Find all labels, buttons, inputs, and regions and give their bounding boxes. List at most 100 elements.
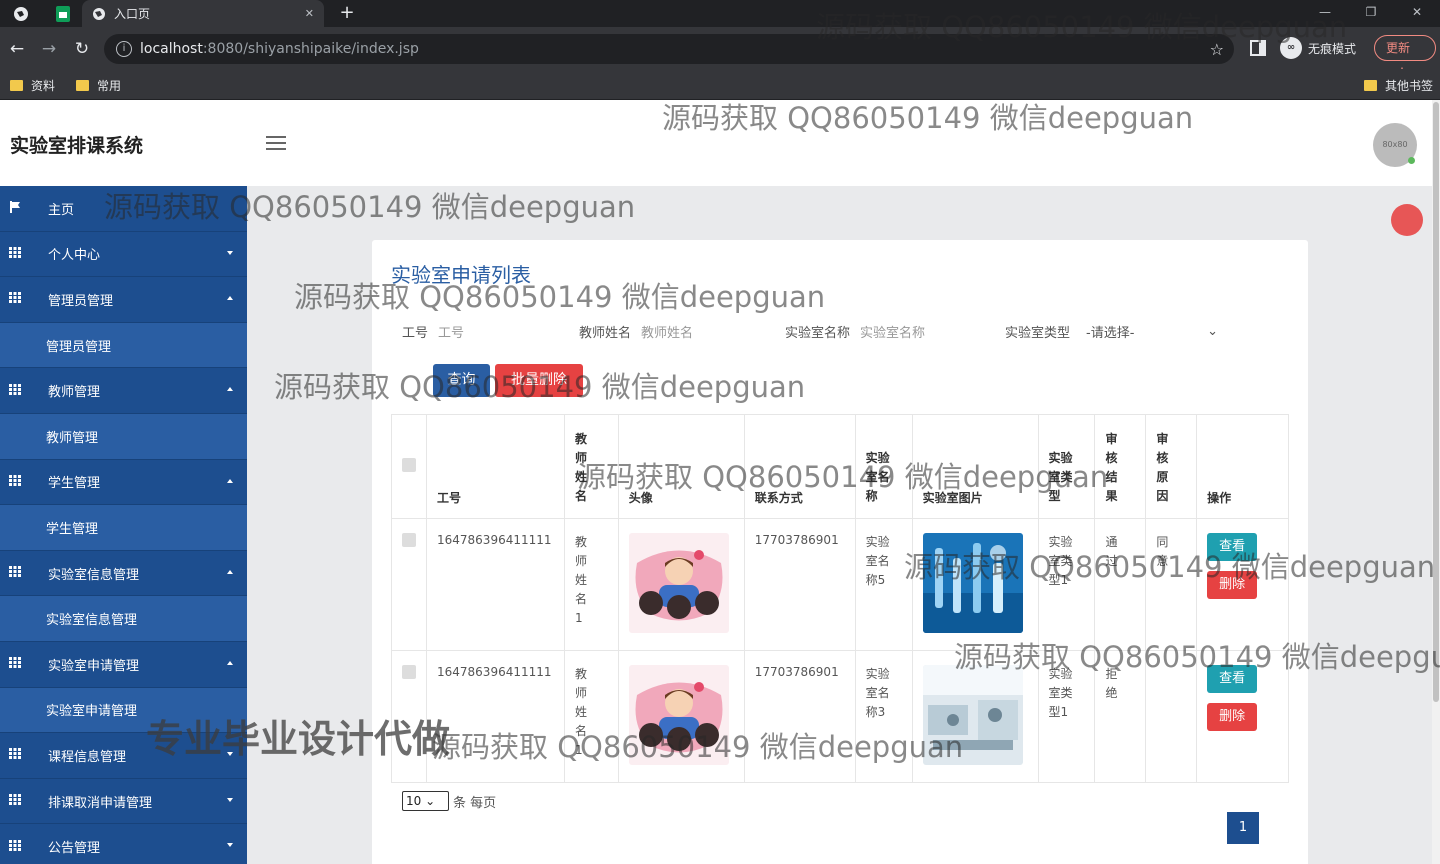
row-select-cell	[391, 518, 427, 651]
sidebar-item-label: 学生管理	[46, 521, 99, 537]
grid-icon	[0, 657, 48, 671]
minimize-icon[interactable]: —	[1302, 0, 1348, 27]
col-header: 实验室图片	[911, 414, 1039, 519]
row-checkbox[interactable]	[402, 533, 416, 547]
sidebar-subitem[interactable]: 管理员管理	[0, 322, 247, 369]
incognito-indicator[interactable]: ∞ 无痕模式	[1280, 36, 1356, 60]
tab-close-icon[interactable]: ✕	[305, 7, 314, 20]
table-header-row: 工号 教师姓名 头像 联系方式 实验室名称 实验室图片 实验室类型 审核结果 审…	[391, 414, 1289, 519]
sidebar-item-label: 课程信息管理	[48, 749, 127, 765]
other-bookmarks[interactable]: 其他书签	[1364, 76, 1433, 94]
row-checkbox[interactable]	[402, 665, 416, 679]
sidebar-subitem[interactable]: 实验室信息管理	[0, 596, 247, 642]
cell-avatar	[617, 518, 745, 651]
bookmark-star-icon[interactable]: ☆	[1210, 40, 1224, 59]
cell-audit-reason	[1145, 650, 1198, 783]
update-button[interactable]: 更新 ⋮	[1374, 35, 1436, 79]
forward-icon[interactable]: →	[37, 37, 61, 61]
sidebar-item[interactable]: 个人中心	[0, 231, 247, 278]
reload-icon[interactable]: ↻	[70, 37, 94, 61]
lab-name-input[interactable]: 实验室名称	[860, 322, 925, 341]
caret-up-icon	[227, 296, 233, 301]
search-button[interactable]: 查询	[433, 364, 490, 397]
browser-tab-sheets[interactable]	[44, 0, 82, 27]
page-size-select[interactable]: 10 ⌄	[402, 791, 449, 811]
grid-icon	[0, 566, 48, 580]
batch-delete-button[interactable]: 批量删除	[495, 364, 583, 397]
app-title: 实验室排课系统	[10, 135, 144, 157]
cell-lab-type: 实验室类型1	[1037, 650, 1096, 783]
cell-actions: 查看 删除	[1196, 518, 1289, 651]
col-header: 联系方式	[743, 414, 856, 519]
delete-button[interactable]: 删除	[1207, 703, 1258, 731]
sidebar-item[interactable]: 学生管理	[0, 459, 247, 506]
teacher-name-input[interactable]: 教师姓名	[641, 322, 693, 341]
update-label: 更新	[1386, 41, 1411, 55]
sidebar-item-label: 实验室信息管理	[48, 567, 140, 583]
sidebar-item[interactable]: 公告管理	[0, 824, 247, 864]
sidebar-item[interactable]: 实验室信息管理	[0, 550, 247, 597]
window-close-icon[interactable]: ✕	[1394, 0, 1440, 27]
col-header: 操作	[1196, 414, 1289, 519]
view-button[interactable]: 查看	[1207, 665, 1258, 693]
avatar[interactable]: 80x80	[1373, 123, 1417, 167]
select-all-checkbox[interactable]	[402, 458, 416, 472]
sidebar-item[interactable]: 主页	[0, 186, 247, 232]
col-header: 实验室名称	[854, 414, 913, 519]
sidebar-item-label: 个人中心	[48, 248, 101, 264]
online-status-dot	[1408, 157, 1415, 164]
filter-teacher: 教师姓名 教师姓名	[579, 322, 693, 341]
col-header: 实验室类型	[1037, 414, 1096, 519]
delete-button[interactable]: 删除	[1207, 571, 1258, 599]
gonghao-input[interactable]: 工号	[438, 322, 464, 341]
caret-down-icon	[227, 797, 233, 802]
data-table: 工号 教师姓名 头像 联系方式 实验室名称 实验室图片 实验室类型 审核结果 审…	[391, 414, 1289, 783]
sidebar-item[interactable]: 实验室申请管理	[0, 641, 247, 688]
filter-lab-type: 实验室类型 -请选择- ⌄	[1005, 322, 1218, 341]
lab-image-thumbnail[interactable]	[922, 665, 1023, 765]
caret-up-icon	[227, 387, 233, 392]
bookmark-folder-changyong[interactable]: 常用	[76, 76, 121, 94]
sidebar-item[interactable]: 排课取消申请管理	[0, 778, 247, 825]
cell-teacher: 教师姓名1	[563, 518, 619, 651]
other-bookmarks-label: 其他书签	[1385, 78, 1434, 93]
globe-icon	[14, 6, 28, 21]
sidebar-item[interactable]: 管理员管理	[0, 277, 247, 323]
site-info-icon[interactable]: i	[116, 41, 132, 57]
lab-type-select[interactable]: -请选择- ⌄	[1086, 322, 1218, 341]
filter-label: 实验室类型	[1005, 326, 1071, 341]
cell-phone: 17703786901	[743, 650, 856, 783]
sidebar-subitem[interactable]: 学生管理	[0, 505, 247, 551]
avatar-placeholder-text: 80x80	[1382, 140, 1408, 149]
page-number-1[interactable]: 1	[1227, 812, 1259, 844]
restore-icon[interactable]: ❐	[1348, 0, 1394, 27]
bookmark-folder-ziliao[interactable]: 资料	[10, 76, 55, 94]
avatar-thumbnail[interactable]	[628, 533, 729, 633]
menu-toggle-icon[interactable]	[266, 136, 286, 152]
cell-lab-name: 实验室名称3	[854, 650, 913, 783]
col-header: 头像	[617, 414, 745, 519]
lab-image-thumbnail[interactable]	[922, 533, 1023, 633]
folder-icon	[1364, 79, 1377, 91]
cell-avatar	[617, 650, 745, 783]
pagination-size: 10 ⌄ 条 每页	[402, 791, 496, 811]
browser-tab-active[interactable]: 入口页 ✕	[82, 0, 324, 27]
new-tab-button[interactable]: +	[336, 2, 358, 24]
spreadsheet-icon	[56, 5, 70, 22]
page-scrollbar[interactable]	[1432, 100, 1440, 864]
browser-tab-pinned[interactable]	[0, 0, 42, 27]
scrollbar-thumb[interactable]	[1433, 102, 1439, 702]
cell-lab-image	[911, 650, 1039, 783]
avatar-thumbnail[interactable]	[628, 665, 729, 765]
view-button[interactable]: 查看	[1207, 533, 1258, 561]
back-icon[interactable]: ←	[5, 37, 29, 61]
side-panel-icon[interactable]	[1250, 40, 1266, 56]
filter-lab-name: 实验室名称 实验室名称	[785, 322, 925, 341]
app-header: 实验室排课系统 80x80	[0, 100, 1432, 186]
sidebar-subitem[interactable]: 教师管理	[0, 413, 247, 460]
sidebar-item-label: 教师管理	[48, 385, 101, 401]
caret-up-icon	[227, 478, 233, 483]
sidebar-item[interactable]: 教师管理	[0, 368, 247, 414]
per-page-label: 条 每页	[453, 795, 497, 811]
address-bar[interactable]: i localhost:8080/shiyanshipaike/index.js…	[104, 34, 1234, 64]
